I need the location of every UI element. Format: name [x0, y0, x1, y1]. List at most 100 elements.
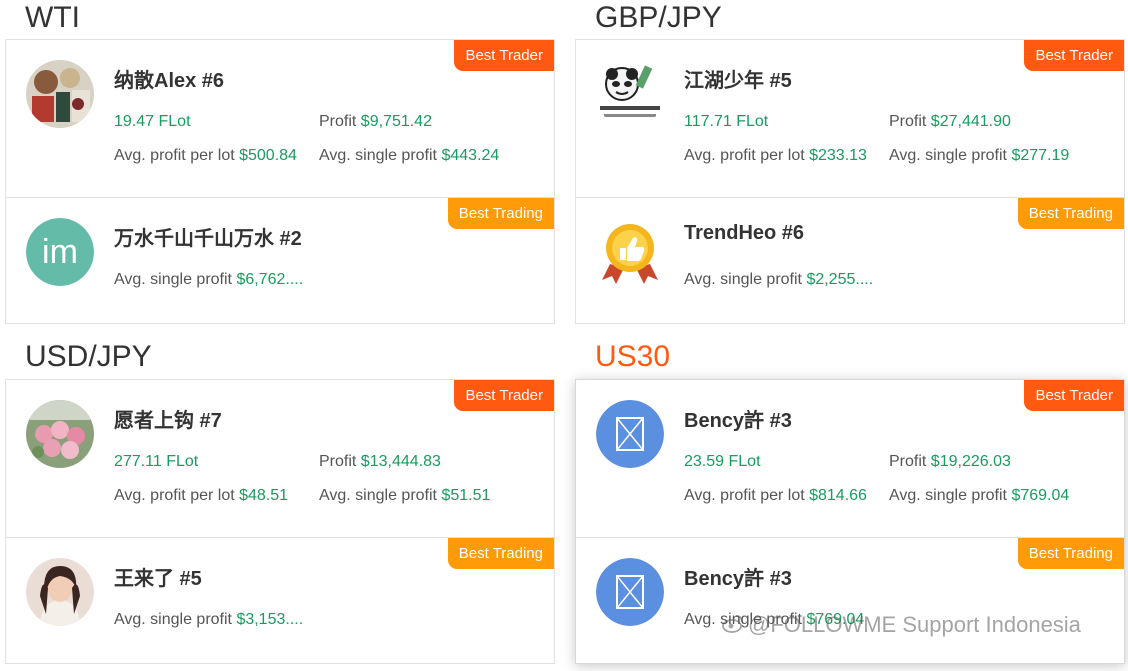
asp-label: Avg. single profit — [684, 271, 807, 288]
profit-label: Profit — [319, 113, 361, 130]
section-title: WTI — [25, 1, 80, 34]
best-trading-card[interactable]: Best Trading im 万水千山千山万水 #2 Avg. single … — [6, 198, 554, 323]
asp-value: $51.51 — [441, 487, 491, 504]
avatar[interactable] — [596, 218, 664, 286]
trader-box: Best Trader 愿者上钩 #7 277.11 FLot Profit $… — [5, 379, 555, 664]
avatar[interactable] — [596, 558, 664, 626]
best-trading-badge: Best Trading — [1017, 538, 1124, 569]
profit-stat: Profit $19,226.03 — [889, 453, 1011, 471]
lots-stat: 23.59 FLot — [684, 453, 761, 471]
trader-name[interactable]: Bency許 #3 — [684, 562, 792, 591]
best-trader-card[interactable]: Best Trader Bency許 #3 23.59 FLot Profit … — [576, 380, 1124, 538]
watermark: @FOLLOWME Support Indonesia — [722, 612, 1081, 638]
avatar[interactable] — [596, 60, 664, 128]
trader-box: Best Trader 纳散Alex #6 19.47 FLot Profit … — [5, 39, 555, 324]
profit-stat: Profit $27,441.90 — [889, 113, 1011, 131]
section-title: US30 — [595, 340, 671, 373]
trader-name[interactable]: 王来了 #5 — [114, 562, 202, 591]
asp-label: Avg. single profit — [319, 487, 442, 504]
ppl-label: Avg. profit per lot — [684, 487, 810, 504]
lots-unit: FLot — [724, 453, 761, 470]
lots-unit: FLot — [154, 113, 191, 130]
section-usdjpy: USD/JPY Best Trader 愿者上钩 #7 277.11 FLot … — [5, 340, 555, 671]
trader-name[interactable]: Bency許 #3 — [684, 404, 792, 433]
avatar[interactable] — [26, 558, 94, 626]
lots-stat: 117.71 FLot — [684, 113, 768, 131]
trader-box: Best Trader 江湖少年 #5 117.71 FLot Profit $ — [575, 39, 1125, 324]
profit-label: Profit — [889, 113, 931, 130]
asp-value: $769.04 — [1011, 487, 1070, 504]
asp-value: $277.19 — [1011, 147, 1070, 164]
ppl-value: $233.13 — [809, 147, 867, 164]
broken-image-icon — [596, 400, 664, 468]
single-profit-stat: Avg. single profit $2,255.... — [684, 271, 873, 289]
profit-per-lot-stat: Avg. profit per lot $814.66 — [684, 487, 867, 505]
section-title: GBP/JPY — [595, 1, 722, 34]
best-trader-badge: Best Trader — [454, 40, 554, 71]
lots-value: 277.11 — [114, 453, 162, 470]
watermark-text: @FOLLOWME Support Indonesia — [748, 612, 1081, 637]
profit-value: $19,226.03 — [930, 453, 1011, 470]
profit-value: $27,441.90 — [930, 113, 1011, 130]
profit-stat: Profit $9,751.42 — [319, 113, 432, 131]
ppl-value: $814.66 — [809, 487, 867, 504]
single-profit-stat: Avg. single profit $51.51 — [319, 487, 490, 505]
lots-stat: 19.47 FLot — [114, 113, 191, 131]
best-trading-card[interactable]: Best Trading 王来了 #5 Avg. single profit $… — [6, 538, 554, 663]
trader-name[interactable]: 万水千山千山万水 #2 — [114, 222, 302, 251]
profit-per-lot-stat: Avg. profit per lot $48.51 — [114, 487, 288, 505]
section-wti: WTI Best Trader 纳散Alex #6 19.47 FLot Pro… — [5, 0, 555, 330]
broken-image-icon — [596, 558, 664, 626]
lots-unit: FLot — [161, 453, 199, 470]
asp-label: Avg. single profit — [889, 487, 1012, 504]
asp-value: $3,153.... — [236, 611, 304, 628]
profit-value: $13,444.83 — [360, 453, 441, 470]
profit-label: Profit — [319, 453, 361, 470]
weibo-logo-icon — [722, 615, 743, 633]
profit-stat: Profit $13,444.83 — [319, 453, 441, 471]
profit-value: $9,751.42 — [360, 113, 432, 130]
best-trading-card[interactable]: Best Trading TrendHeo #6 Avg. single pro… — [576, 198, 1124, 323]
profit-label: Profit — [889, 453, 931, 470]
best-trader-card[interactable]: Best Trader 纳散Alex #6 19.47 FLot Profit … — [6, 40, 554, 198]
asp-label: Avg. single profit — [114, 271, 237, 288]
lots-stat: 277.11 FLot — [114, 453, 198, 471]
best-trader-badge: Best Trader — [454, 380, 554, 411]
ppl-value: $500.84 — [239, 147, 297, 164]
asp-value: $6,762.... — [236, 271, 304, 288]
single-profit-stat: Avg. single profit $769.04 — [889, 487, 1069, 505]
avatar[interactable] — [26, 400, 94, 468]
ppl-label: Avg. profit per lot — [684, 147, 810, 164]
best-trader-badge: Best Trader — [1024, 380, 1124, 411]
asp-value: $443.24 — [441, 147, 500, 164]
asp-label: Avg. single profit — [889, 147, 1012, 164]
asp-label: Avg. single profit — [319, 147, 442, 164]
lots-value: 117.71 — [684, 113, 732, 130]
profit-per-lot-stat: Avg. profit per lot $500.84 — [114, 147, 297, 165]
best-trading-card[interactable]: Best Trading Bency許 #3 Avg. single profi… — [576, 538, 1124, 663]
lots-value: 19.47 — [114, 113, 155, 130]
asp-label: Avg. single profit — [114, 611, 237, 628]
avatar-initials: im — [26, 218, 94, 286]
avatar[interactable]: im — [26, 218, 94, 286]
ppl-label: Avg. profit per lot — [114, 147, 240, 164]
lots-value: 23.59 — [684, 453, 725, 470]
single-profit-stat: Avg. single profit $6,762.... — [114, 271, 303, 289]
ppl-value: $48.51 — [239, 487, 289, 504]
single-profit-stat: Avg. single profit $443.24 — [319, 147, 499, 165]
best-trader-card[interactable]: Best Trader 江湖少年 #5 117.71 FLot Profit $ — [576, 40, 1124, 198]
avatar[interactable] — [596, 400, 664, 468]
best-trading-badge: Best Trading — [1017, 198, 1124, 229]
best-trading-badge: Best Trading — [447, 538, 554, 569]
trader-name[interactable]: 江湖少年 #5 — [684, 64, 792, 93]
best-trader-badge: Best Trader — [1024, 40, 1124, 71]
best-trader-card[interactable]: Best Trader 愿者上钩 #7 277.11 FLot Profit $… — [6, 380, 554, 538]
single-profit-stat: Avg. single profit $277.19 — [889, 147, 1069, 165]
trader-name[interactable]: TrendHeo #6 — [684, 222, 804, 245]
thumbs-up-medal-icon — [596, 218, 664, 286]
asp-value: $2,255.... — [806, 271, 874, 288]
section-gbpjpy: GBP/JPY Best Trader 江湖少年 #5 117.71 FLot … — [575, 0, 1125, 330]
trader-name[interactable]: 愿者上钩 #7 — [114, 404, 222, 433]
trader-name[interactable]: 纳散Alex #6 — [114, 64, 224, 93]
avatar[interactable] — [26, 60, 94, 128]
